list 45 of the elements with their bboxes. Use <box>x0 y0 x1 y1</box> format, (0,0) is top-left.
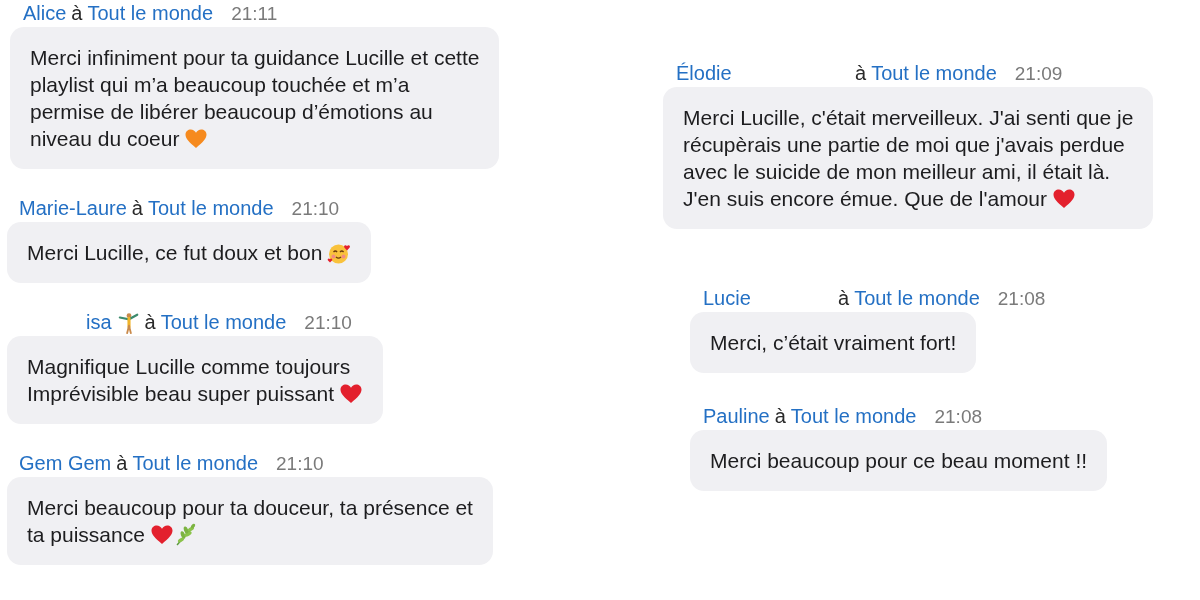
sender-name: Lucie <box>703 287 752 310</box>
message-time: 21:08 <box>997 287 1046 310</box>
message-line: Imprévisible beau super puissant <box>27 381 334 407</box>
to-label: à <box>855 62 867 85</box>
message-line: Merci beaucoup pour ce beau moment !! <box>710 448 1088 474</box>
message-line: récupèrais une partie de moi que j'avais perdue <box>683 132 1125 158</box>
recipient-name: Tout le monde <box>790 405 917 428</box>
message-line: J'en suis encore émue. Que de l'amour <box>683 186 1048 212</box>
message-time: 21:10 <box>304 311 352 334</box>
gymnast-icon <box>117 311 140 334</box>
message-line: Merci Lucille, ce fut doux et bon <box>27 240 323 266</box>
sender-name: Pauline <box>703 405 770 428</box>
message-time: 21:11 <box>231 2 278 25</box>
to-label: à <box>774 405 786 428</box>
message-line: Merci beaucoup pour ta douceur, ta présence et <box>27 495 473 521</box>
recipient-name: Tout le monde <box>132 452 258 475</box>
sender-name: Gem Gem <box>19 452 112 475</box>
message-time: 21:09 <box>1014 62 1063 85</box>
recipient-name: Tout le monde <box>871 62 997 85</box>
to-label: à <box>116 452 128 475</box>
to-label: à <box>838 287 850 310</box>
message-line: Magnifique Lucille comme toujours <box>27 354 351 380</box>
recipient-name: Tout le monde <box>160 311 287 334</box>
message-line: avec le suicide de mon meilleur ami, il était là. <box>683 159 1111 185</box>
message-line: Merci, c’était vraiment fort! <box>710 330 957 356</box>
recipient-name: Tout le monde <box>854 287 980 310</box>
message-line: Merci Lucille, c'était merveilleux. J'ai senti que je <box>683 105 1134 131</box>
message-time: 21:10 <box>291 197 340 220</box>
recipient-name: Tout le monde <box>87 2 214 25</box>
sender-name: Alice <box>23 2 67 25</box>
message-line: Merci infiniment pour ta guidance Lucille et cette <box>30 45 480 71</box>
message-time: 21:08 <box>934 405 983 428</box>
to-label: à <box>144 311 156 334</box>
leaf-icon <box>173 522 198 547</box>
message-line: permise de libérer beaucoup d’émotions au <box>30 99 433 125</box>
recipient-name: Tout le monde <box>147 197 274 220</box>
sender-name: Élodie <box>676 62 733 85</box>
message-time: 21:10 <box>276 452 324 475</box>
to-label: à <box>71 2 83 25</box>
message-line: playlist qui m’a beaucoup touchée et m’a <box>30 72 410 98</box>
sender-name: isa <box>86 311 112 334</box>
sender-name: Marie-Laure <box>19 197 127 220</box>
message-line: niveau du coeur <box>30 126 180 152</box>
to-label: à <box>131 197 143 220</box>
message-line: ta puissance <box>27 522 145 548</box>
